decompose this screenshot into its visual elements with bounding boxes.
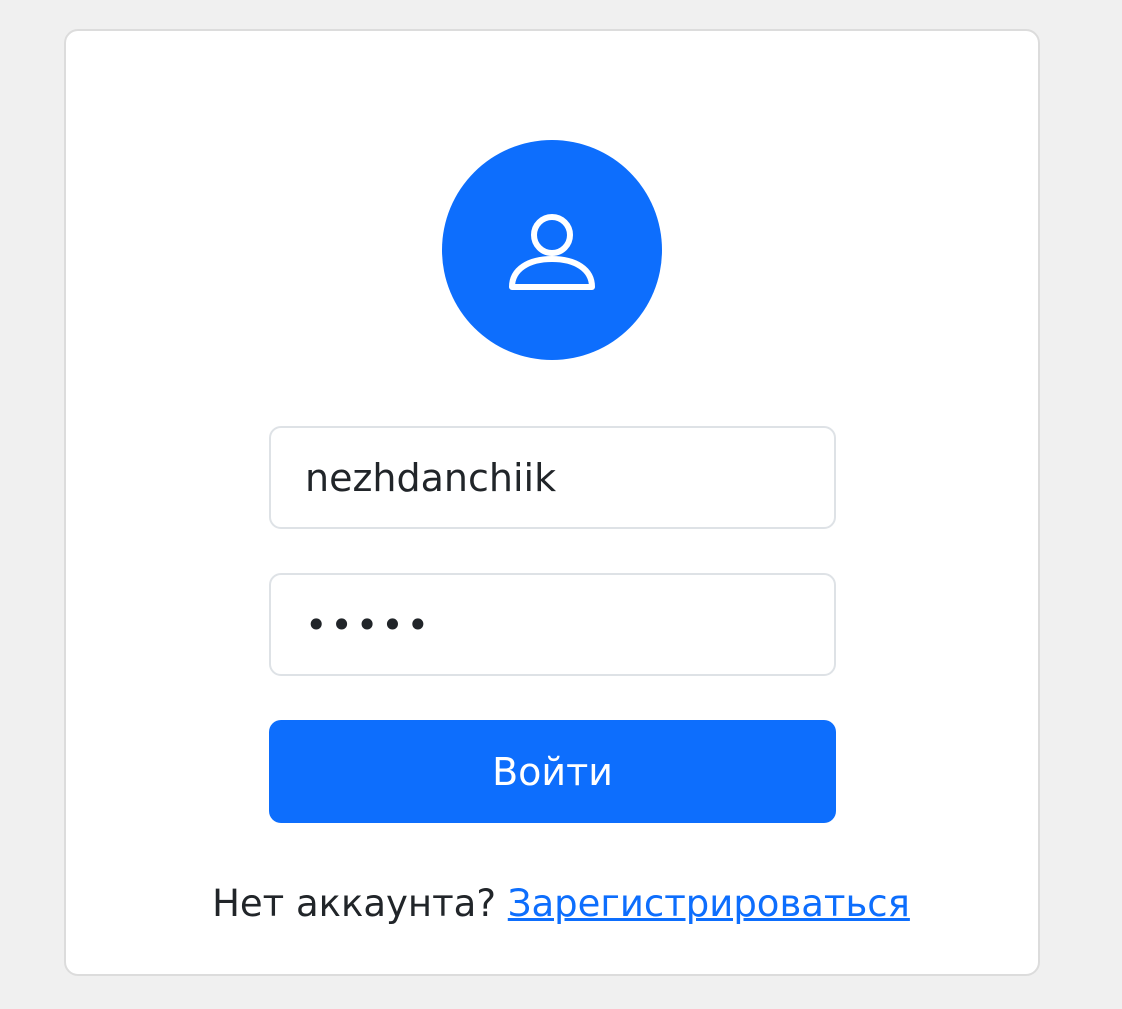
signup-prompt: Нет аккаунта? Зарегистрироваться [0, 878, 1122, 930]
user-icon [509, 214, 595, 290]
avatar [442, 140, 662, 360]
register-link[interactable]: Зарегистрироваться [508, 882, 910, 925]
password-input[interactable] [269, 573, 836, 676]
username-input[interactable] [269, 426, 836, 529]
no-account-text: Нет аккаунта? [212, 882, 496, 925]
login-button[interactable]: Войти [269, 720, 836, 823]
